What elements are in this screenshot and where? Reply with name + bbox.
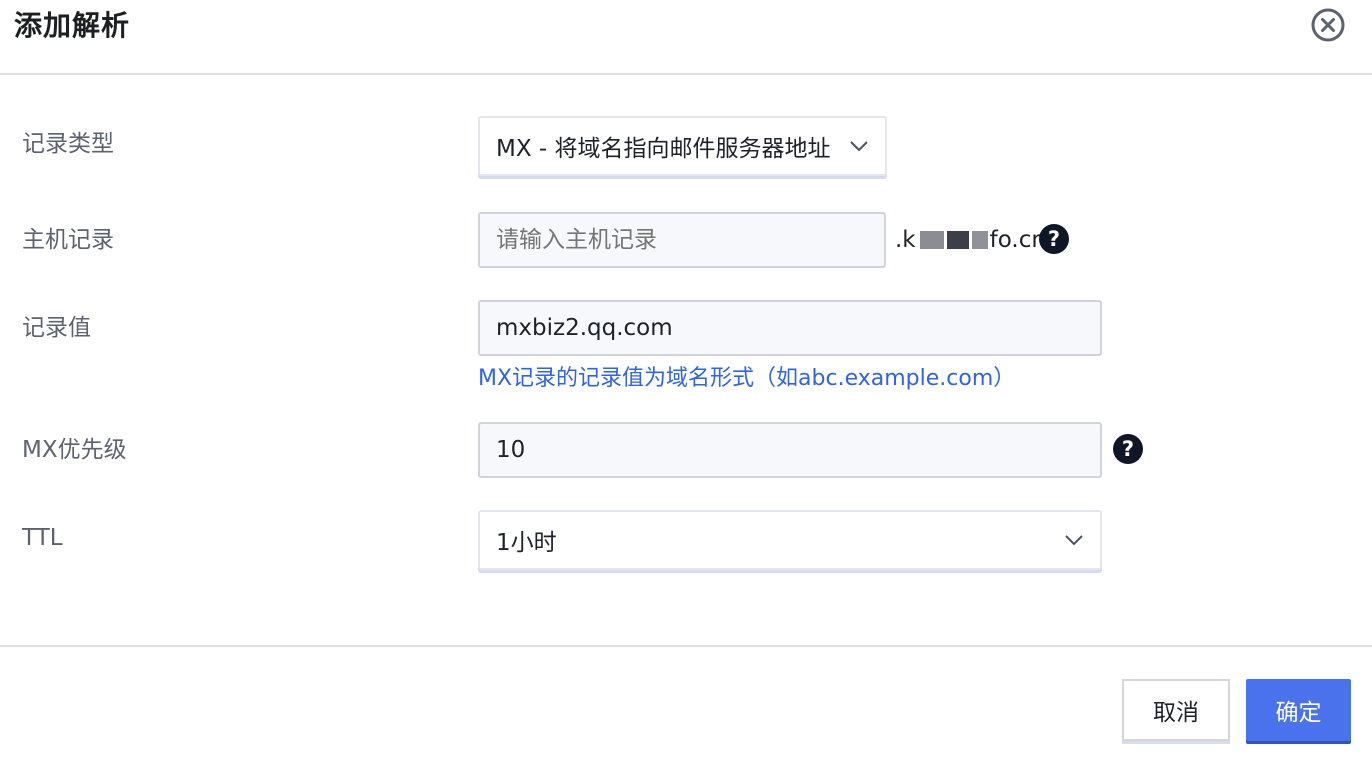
footer-divider: [0, 645, 1372, 647]
close-button[interactable]: [1311, 8, 1345, 42]
record-value-input[interactable]: mxbiz2.qq.com: [478, 300, 1102, 356]
host-record-input[interactable]: [478, 212, 886, 268]
record-type-value: MX - 将域名指向邮件服务器地址: [496, 136, 831, 162]
ttl-select[interactable]: 1小时: [478, 510, 1102, 570]
redaction-mask: [919, 231, 944, 249]
cancel-button[interactable]: 取消: [1122, 679, 1230, 741]
domain-suffix-text: fo.cn: [989, 227, 1046, 253]
ttl-label: TTL: [22, 525, 63, 551]
confirm-button[interactable]: 确定: [1246, 679, 1351, 741]
mx-priority-value: 10: [496, 437, 526, 463]
redaction-mask: [946, 231, 969, 249]
close-circle-icon: [1311, 8, 1345, 42]
mx-priority-label: MX优先级: [22, 437, 127, 463]
header-divider: [0, 73, 1372, 75]
chevron-down-icon: [1065, 535, 1083, 546]
host-help-icon[interactable]: ?: [1039, 224, 1069, 254]
record-value-label: 记录值: [22, 315, 91, 341]
record-value-text: mxbiz2.qq.com: [496, 315, 673, 341]
domain-suffix: .k fo.cn: [895, 225, 1046, 255]
mx-priority-help-icon[interactable]: ?: [1113, 434, 1143, 464]
domain-prefix-text: .k: [895, 227, 916, 253]
dialog-title: 添加解析: [14, 9, 131, 42]
record-value-hint: MX记录的记录值为域名形式（如abc.example.com）: [478, 366, 1016, 391]
host-record-label: 主机记录: [22, 227, 114, 253]
mx-priority-input[interactable]: 10: [478, 422, 1102, 478]
record-type-select[interactable]: MX - 将域名指向邮件服务器地址: [478, 116, 887, 176]
record-type-label: 记录类型: [22, 131, 114, 157]
redaction-mask: [971, 231, 988, 249]
chevron-down-icon: [850, 141, 868, 152]
ttl-value: 1小时: [496, 530, 557, 556]
